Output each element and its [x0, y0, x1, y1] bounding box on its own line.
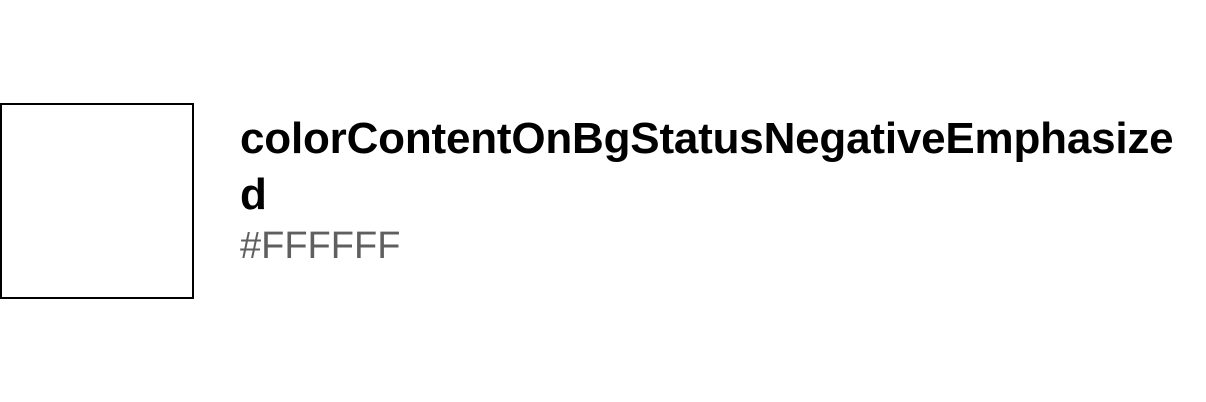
token-hex-value: #FFFFFF: [240, 225, 401, 267]
token-name: colorContentOnBgStatusNegativeEmphasized: [240, 114, 1174, 219]
color-swatch: [0, 103, 194, 299]
color-token-card: colorContentOnBgStatusNegativeEmphasized…: [0, 103, 1206, 299]
token-info: colorContentOnBgStatusNegativeEmphasized…: [240, 111, 1200, 271]
